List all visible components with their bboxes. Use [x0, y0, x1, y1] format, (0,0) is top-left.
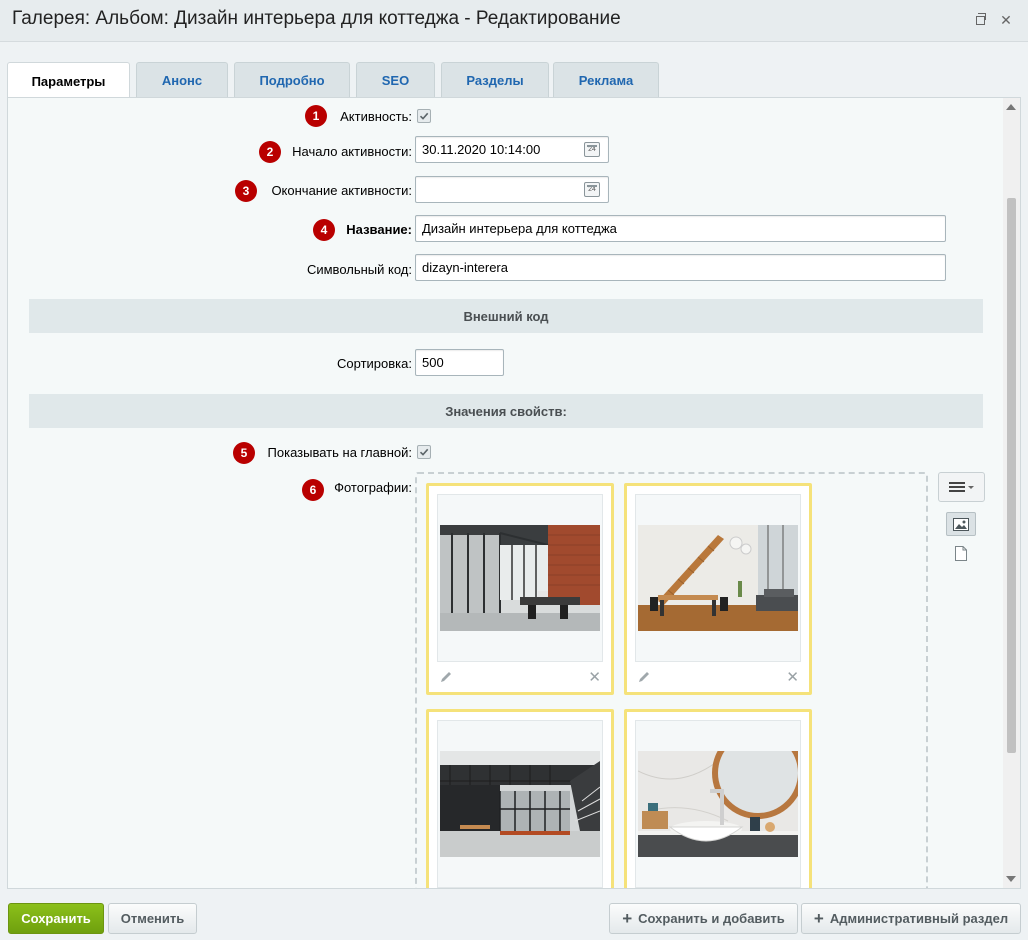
- calendar-icon[interactable]: 24: [584, 182, 600, 197]
- checkmark-icon: [419, 112, 429, 120]
- plus-icon: +: [622, 908, 633, 928]
- menu-icon: [948, 482, 974, 492]
- save-button[interactable]: Сохранить: [8, 903, 104, 934]
- photo-card[interactable]: ✕: [426, 483, 614, 695]
- badge-3: 3: [235, 180, 257, 202]
- tab-advertising[interactable]: Реклама: [553, 62, 659, 98]
- image-view-icon[interactable]: [946, 512, 976, 536]
- delete-icon[interactable]: ✕: [786, 670, 799, 685]
- badge-4: 4: [313, 219, 335, 241]
- scroll-up-arrow[interactable]: [1006, 104, 1016, 110]
- tab-announce[interactable]: Анонс: [136, 62, 228, 98]
- photo-card[interactable]: ✕: [624, 483, 812, 695]
- photo-drop-area[interactable]: ✕ ✕: [415, 472, 928, 888]
- photo-loft-staircase-dining: [638, 525, 798, 631]
- code-label: Символьный код:: [306, 262, 412, 277]
- plus-icon: +: [813, 908, 824, 928]
- code-input[interactable]: dizayn-interera: [415, 254, 946, 281]
- badge-5: 5: [233, 442, 255, 464]
- admin-section-button[interactable]: + Административный раздел: [801, 903, 1021, 934]
- photos-label: Фотографии:: [334, 480, 412, 495]
- edit-icon[interactable]: [637, 670, 651, 684]
- tab-sections[interactable]: Разделы: [441, 62, 549, 98]
- calendar-icon[interactable]: 24: [584, 142, 600, 157]
- name-label: Название:: [346, 222, 412, 237]
- badge-1: 1: [305, 105, 327, 127]
- vertical-scrollbar[interactable]: [1003, 98, 1020, 888]
- show-main-label: Показывать на главной:: [267, 445, 412, 460]
- sort-input[interactable]: 500: [415, 349, 504, 376]
- view-menu-button[interactable]: [938, 472, 985, 502]
- name-input[interactable]: Дизайн интерьера для коттеджа: [415, 215, 946, 242]
- scroll-down-arrow[interactable]: [1006, 876, 1016, 882]
- section-external-code: Внешний код: [29, 299, 983, 333]
- restore-icon[interactable]: [972, 12, 988, 28]
- cancel-button[interactable]: Отменить: [108, 903, 197, 934]
- badge-6: 6: [302, 479, 324, 501]
- section-properties: Значения свойств:: [29, 394, 983, 428]
- photo-bathroom-vessel-sink: [638, 751, 798, 857]
- edit-icon[interactable]: [439, 670, 453, 684]
- start-date-input[interactable]: 30.11.2020 10:14:00: [415, 136, 609, 163]
- end-label: Окончание активности:: [271, 183, 412, 198]
- photo-industrial-mezzanine: [440, 751, 600, 857]
- active-label: Активность:: [340, 109, 412, 124]
- start-label: Начало активности:: [292, 144, 412, 159]
- badge-2: 2: [259, 141, 281, 163]
- window-title: Галерея: Альбом: Дизайн интерьера для ко…: [12, 8, 621, 29]
- checkmark-icon: [419, 448, 429, 456]
- delete-icon[interactable]: ✕: [588, 670, 601, 685]
- tab-parameters[interactable]: Параметры: [7, 62, 130, 99]
- tab-seo[interactable]: SEO: [356, 62, 435, 98]
- window-titlebar: Галерея: Альбом: Дизайн интерьера для ко…: [0, 0, 1028, 42]
- close-icon[interactable]: ✕: [998, 12, 1014, 28]
- end-date-input[interactable]: [415, 176, 609, 203]
- sort-label: Сортировка:: [337, 356, 412, 371]
- active-checkbox[interactable]: [417, 109, 431, 123]
- save-and-add-button[interactable]: + Сохранить и добавить: [609, 903, 798, 934]
- photo-card[interactable]: [624, 709, 812, 888]
- file-view-icon[interactable]: [955, 546, 967, 561]
- admin-section-label: Административный раздел: [829, 911, 1009, 926]
- scroll-thumb[interactable]: [1007, 198, 1016, 753]
- tab-details[interactable]: Подробно: [234, 62, 350, 98]
- photo-office-glass-interior: [440, 525, 600, 631]
- photo-card[interactable]: [426, 709, 614, 888]
- show-main-checkbox[interactable]: [417, 445, 431, 459]
- save-and-add-label: Сохранить и добавить: [638, 911, 785, 926]
- form-panel: 1 Активность: 2 Начало активности: 30.11…: [7, 97, 1021, 889]
